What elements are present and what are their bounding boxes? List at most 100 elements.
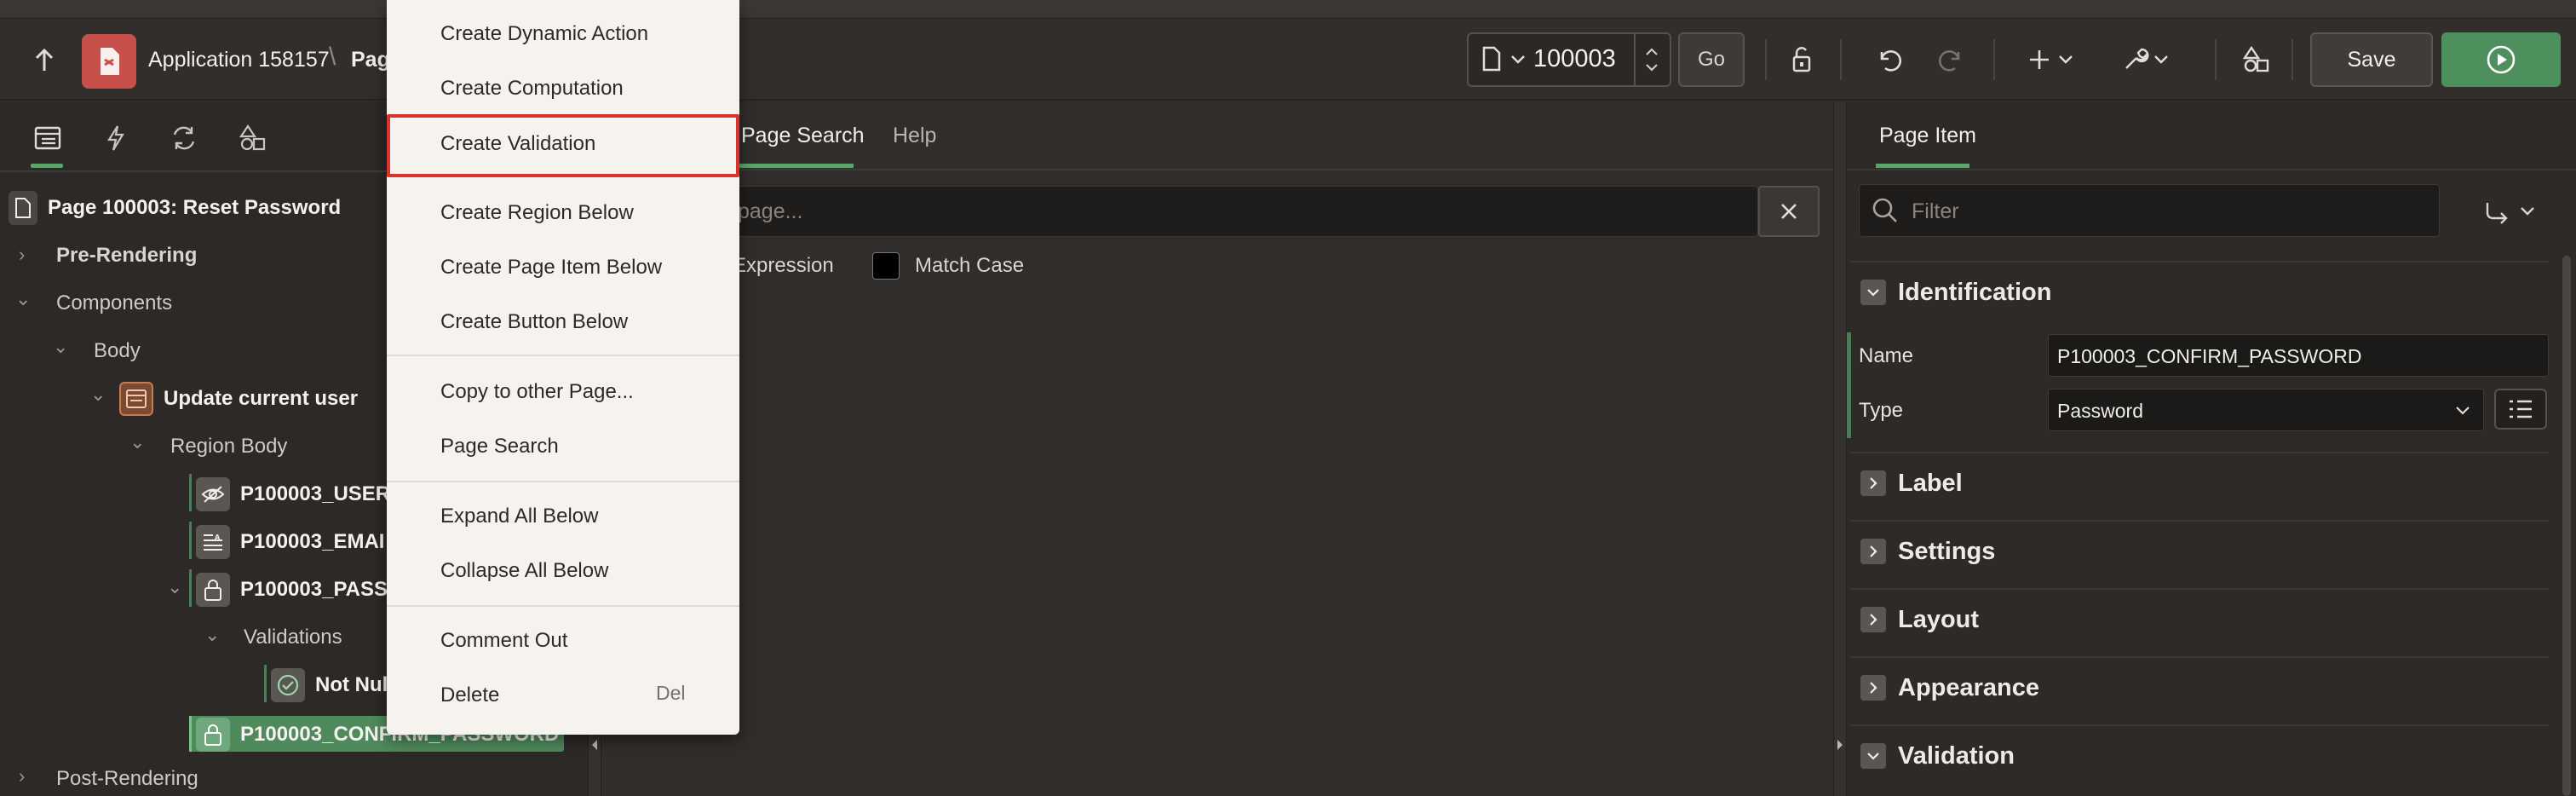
redo-icon[interactable] [1932,41,1969,78]
tree-components[interactable]: Components [56,283,172,324]
undo-icon[interactable] [1871,41,1908,78]
tab-page-item[interactable]: Page Item [1879,124,1976,148]
menu-item-comment-out[interactable]: Comment Out [387,617,739,665]
chevron-down-icon [2456,407,2470,415]
active-tab-indicator [1876,164,1969,168]
menu-divider [387,605,739,607]
tab-underline [1847,169,2576,170]
up-arrow-icon[interactable] [26,41,63,78]
menu-item-delete[interactable]: Delete [387,672,739,719]
menu-item-page-search[interactable]: Page Search [387,423,739,470]
app-icon[interactable] [82,34,136,89]
add-menu-icon[interactable] [2026,41,2080,78]
section-title: Validation [1898,741,2015,770]
breadcrumb-separator: \ [329,43,336,71]
page-icon [1479,43,1504,75]
menu-item-create-computation[interactable]: Create Computation [387,65,739,112]
tree-region-body[interactable]: Region Body [170,426,287,467]
tree-body[interactable]: Body [94,331,141,372]
app-title[interactable]: Application 158157 [148,48,330,72]
tab-page-search[interactable]: Page Search [741,124,865,148]
menu-item-create-page-item-below[interactable]: Create Page Item Below [387,244,739,291]
chevron-down-icon[interactable]: ⌄ [90,384,106,406]
chevron-down-icon[interactable] [1508,49,1528,70]
section-identification[interactable]: Identification [1850,261,2549,322]
section-label[interactable]: Label [1850,452,2549,513]
rendering-tab-icon[interactable] [22,116,73,160]
go-button[interactable]: Go [1678,32,1745,87]
chevron-down-icon[interactable]: ⌄ [167,576,182,598]
hidden-item-icon [196,477,230,511]
tree-item-user[interactable]: P100003_USER [196,474,390,515]
search-icon [1871,196,1900,225]
lock-icon[interactable] [1784,41,1821,78]
shapes-icon[interactable] [2237,41,2274,78]
tree-validation-not-null[interactable]: Not Nul [271,665,388,706]
type-select-value: Password [2057,400,2143,422]
match-case-checkbox[interactable] [872,252,900,280]
section-title: Label [1898,469,1963,497]
property-group-accent [1847,332,1851,438]
menu-item-expand-all-below[interactable]: Expand All Below [387,493,739,540]
section-layout[interactable]: Layout [1850,588,2549,649]
divider [1993,39,1995,80]
chevron-down-icon[interactable]: ⌄ [129,431,145,453]
tree-pre-rendering[interactable]: Pre-Rendering [56,235,197,276]
validation-check-icon [271,668,305,702]
type-label: Type [1859,399,1904,422]
processing-tab-icon[interactable] [158,116,210,160]
clear-search-button[interactable] [1758,186,1820,237]
regex-option-label: Expression [733,254,834,277]
chevron-down-icon [1860,280,1886,305]
delete-shortcut-hint: Del [656,682,686,704]
tree-post-rendering[interactable]: Post-Rendering [56,759,198,796]
tab-help[interactable]: Help [893,124,936,148]
menu-divider [387,355,739,356]
property-editor-scrollbar[interactable] [2562,256,2571,796]
divider [1840,39,1842,80]
save-button[interactable]: Save [2310,32,2433,87]
tree-root-label: Page 100003: Reset Password [48,196,342,219]
chevron-down-icon[interactable]: ⌄ [204,624,220,646]
chevron-down-icon[interactable]: ⌄ [53,336,68,358]
type-select[interactable]: Password [2048,389,2484,431]
menu-divider [387,481,739,482]
tree-guide [189,716,192,752]
section-appearance[interactable]: Appearance [1850,656,2549,718]
chevron-right-icon [1860,539,1886,564]
chevron-down-icon[interactable]: ⌄ [15,288,31,310]
wrench-icon[interactable] [2119,41,2174,78]
chevron-right-icon[interactable]: › [19,765,25,787]
tree-item-pass[interactable]: P100003_PASS [196,569,388,610]
section-title: Identification [1898,278,2052,306]
right-splitter[interactable] [1833,102,1847,796]
password-item-icon [196,718,230,752]
tree-item-email-label: P100003_EMAI [240,530,385,553]
menu-item-collapse-all-below[interactable]: Collapse All Below [387,547,739,595]
svg-text:A: A [215,534,221,541]
close-icon [1781,204,1797,219]
menu-item-create-region-below[interactable]: Create Region Below [387,189,739,237]
list-of-values-button[interactable] [2494,389,2547,430]
section-title: Settings [1898,537,1996,565]
tree-item-email[interactable]: A P100003_EMAI [196,522,384,562]
section-validation[interactable]: Validation [1850,724,2549,786]
page-stepper[interactable] [1634,34,1668,85]
chevron-right-icon [1860,607,1886,632]
name-field[interactable]: P100003_CONFIRM_PASSWORD [2048,334,2549,377]
page-number-value[interactable]: 100003 [1533,45,1616,73]
menu-item-copy-to-other-page[interactable]: Copy to other Page... [387,368,739,416]
menu-item-create-dynamic-action[interactable]: Create Dynamic Action [387,10,739,58]
run-page-button[interactable] [2441,32,2561,87]
dynamic-actions-tab-icon[interactable] [90,116,141,160]
go-to-group-icon[interactable] [2482,196,2544,227]
tree-root[interactable]: Page 100003: Reset Password [9,187,341,228]
menu-item-create-button-below[interactable]: Create Button Below [387,298,739,346]
match-case-label: Match Case [915,254,1025,277]
tree-region[interactable]: Update current user [119,378,358,419]
tree-validations[interactable]: Validations [244,617,342,658]
chevron-right-icon[interactable]: › [19,244,25,266]
shared-components-tab-icon[interactable] [227,116,278,160]
section-settings[interactable]: Settings [1850,520,2549,581]
tree-validation-label: Not Nul [315,673,388,696]
